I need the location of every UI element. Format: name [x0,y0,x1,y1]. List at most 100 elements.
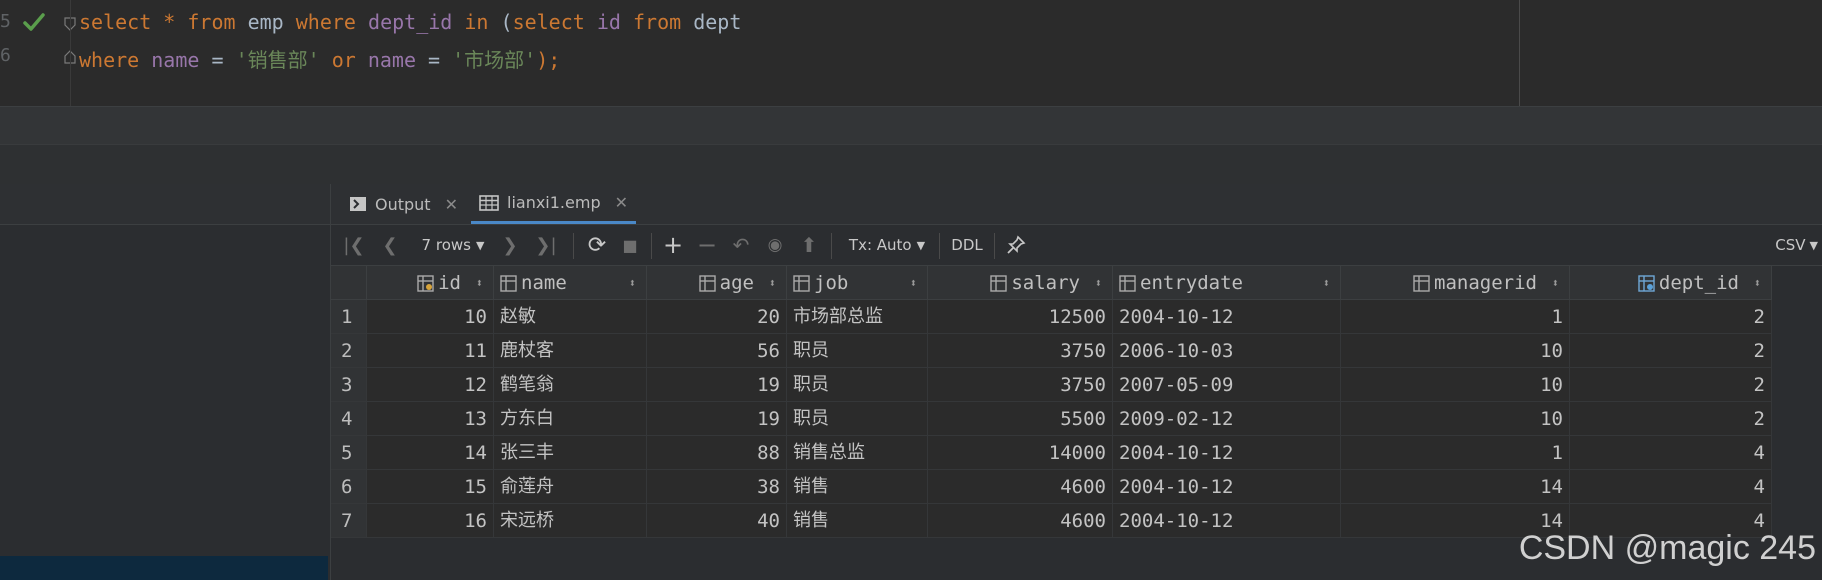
sort-icon[interactable]: ⬍ [1323,266,1330,299]
rows-count-dropdown[interactable]: 7 rows ▼ [413,225,493,265]
table-row[interactable]: 1 10 赵敏 20 市场部总监 12500 2004-10-12 1 2 [331,300,1772,334]
tab-output[interactable]: Output ✕ [349,184,458,224]
row-number[interactable]: 7 [331,504,367,538]
cell-entrydate[interactable]: 2007-05-09 [1113,368,1341,402]
cell-entrydate[interactable]: 2004-10-12 [1113,470,1341,504]
table-row[interactable]: 4 13 方东白 19 职员 5500 2009-02-12 10 2 [331,402,1772,436]
export-format-dropdown[interactable]: CSV ▼ [1775,225,1818,265]
cell-managerid[interactable]: 10 [1341,334,1570,368]
row-number[interactable]: 6 [331,470,367,504]
cell-age[interactable]: 19 [647,368,787,402]
sort-icon[interactable]: ⬍ [1095,266,1102,299]
panel-splitter[interactable] [0,144,1822,185]
selected-tree-item[interactable] [0,556,328,580]
cell-age[interactable]: 38 [647,470,787,504]
cell-dept-id[interactable]: 4 [1570,436,1772,470]
column-header-dept-id[interactable]: dept_id ⬍ [1570,266,1772,300]
sort-icon[interactable]: ⬍ [476,266,483,299]
revert-icon[interactable]: ↶ [725,225,757,265]
cell-salary[interactable]: 4600 [928,470,1113,504]
cell-salary[interactable]: 12500 [928,300,1113,334]
cell-name[interactable]: 俞莲舟 [494,470,647,504]
cell-name[interactable]: 鹿杖客 [494,334,647,368]
stop-icon[interactable]: ■ [615,225,645,265]
column-header-name[interactable]: name ⬍ [494,266,647,300]
cell-entrydate[interactable]: 2006-10-03 [1113,334,1341,368]
last-page-icon[interactable]: ❯| [529,225,563,265]
cell-dept-id[interactable]: 2 [1570,300,1772,334]
cell-job[interactable]: 职员 [787,368,928,402]
column-header-age[interactable]: age ⬍ [647,266,787,300]
sort-icon[interactable]: ⬍ [1552,266,1559,299]
sort-icon[interactable]: ⬍ [769,266,776,299]
table-row[interactable]: 2 11 鹿杖客 56 职员 3750 2006-10-03 10 2 [331,334,1772,368]
cell-salary[interactable]: 3750 [928,368,1113,402]
sort-icon[interactable]: ⬍ [1754,266,1761,299]
cell-age[interactable]: 20 [647,300,787,334]
cell-managerid[interactable]: 10 [1341,402,1570,436]
cell-salary[interactable]: 3750 [928,334,1113,368]
delete-row-icon[interactable]: − [691,225,723,265]
cell-age[interactable]: 88 [647,436,787,470]
cell-job[interactable]: 销售总监 [787,436,928,470]
cell-dept-id[interactable]: 4 [1570,470,1772,504]
submit-icon[interactable]: ⬆ [793,225,825,265]
cell-id[interactable]: 15 [367,470,494,504]
cell-name[interactable]: 赵敏 [494,300,647,334]
cell-managerid[interactable]: 1 [1341,436,1570,470]
cell-name[interactable]: 方东白 [494,402,647,436]
sort-icon[interactable]: ⬍ [910,266,917,299]
cell-age[interactable]: 19 [647,402,787,436]
add-row-icon[interactable]: + [657,225,689,265]
refresh-icon[interactable]: ⟳ [581,225,613,265]
cell-entrydate[interactable]: 2004-10-12 [1113,436,1341,470]
cell-id[interactable]: 12 [367,368,494,402]
cell-salary[interactable]: 4600 [928,504,1113,538]
cell-job[interactable]: 职员 [787,334,928,368]
row-number[interactable]: 4 [331,402,367,436]
column-header-salary[interactable]: salary ⬍ [928,266,1113,300]
sort-icon[interactable]: ⬍ [629,266,636,299]
first-page-icon[interactable]: |❮ [339,225,369,265]
cell-age[interactable]: 56 [647,334,787,368]
cell-salary[interactable]: 14000 [928,436,1113,470]
cell-managerid[interactable]: 1 [1341,300,1570,334]
row-number[interactable]: 2 [331,334,367,368]
cell-name[interactable]: 鹤笔翁 [494,368,647,402]
cell-name[interactable]: 张三丰 [494,436,647,470]
cell-salary[interactable]: 5500 [928,402,1113,436]
cell-job[interactable]: 市场部总监 [787,300,928,334]
cell-id[interactable]: 11 [367,334,494,368]
view-changes-icon[interactable]: ◉ [759,225,791,265]
column-header-managerid[interactable]: managerid ⬍ [1341,266,1570,300]
pin-icon[interactable] [999,225,1033,265]
cell-id[interactable]: 13 [367,402,494,436]
row-number[interactable]: 1 [331,300,367,334]
cell-dept-id[interactable]: 2 [1570,368,1772,402]
cell-managerid[interactable]: 10 [1341,368,1570,402]
column-header-job[interactable]: job ⬍ [787,266,928,300]
cell-dept-id[interactable]: 2 [1570,334,1772,368]
row-number[interactable]: 3 [331,368,367,402]
table-row[interactable]: 5 14 张三丰 88 销售总监 14000 2004-10-12 1 4 [331,436,1772,470]
column-header-entrydate[interactable]: entrydate ⬍ [1113,266,1341,300]
close-icon[interactable]: ✕ [445,195,458,214]
table-row[interactable]: 3 12 鹤笔翁 19 职员 3750 2007-05-09 10 2 [331,368,1772,402]
cell-id[interactable]: 16 [367,504,494,538]
table-row[interactable]: 6 15 俞莲舟 38 销售 4600 2004-10-12 14 4 [331,470,1772,504]
cell-entrydate[interactable]: 2004-10-12 [1113,300,1341,334]
cell-job[interactable]: 职员 [787,402,928,436]
row-number[interactable]: 5 [331,436,367,470]
ddl-button[interactable]: DDL [945,225,989,265]
code-line-1[interactable]: select * from emp where dept_id in (sele… [79,10,741,34]
tab-lianxi1-emp[interactable]: lianxi1.emp ✕ [471,184,637,224]
cell-id[interactable]: 14 [367,436,494,470]
cell-id[interactable]: 10 [367,300,494,334]
next-page-icon[interactable]: ❯ [495,225,525,265]
tx-mode-dropdown[interactable]: Tx: Auto ▼ [841,225,933,265]
cell-name[interactable]: 宋远桥 [494,504,647,538]
column-header-id[interactable]: id ⬍ [367,266,494,300]
cell-managerid[interactable]: 14 [1341,470,1570,504]
cell-dept-id[interactable]: 2 [1570,402,1772,436]
sql-editor[interactable]: 5 6 select * from emp where dept_id in (… [0,0,1822,106]
